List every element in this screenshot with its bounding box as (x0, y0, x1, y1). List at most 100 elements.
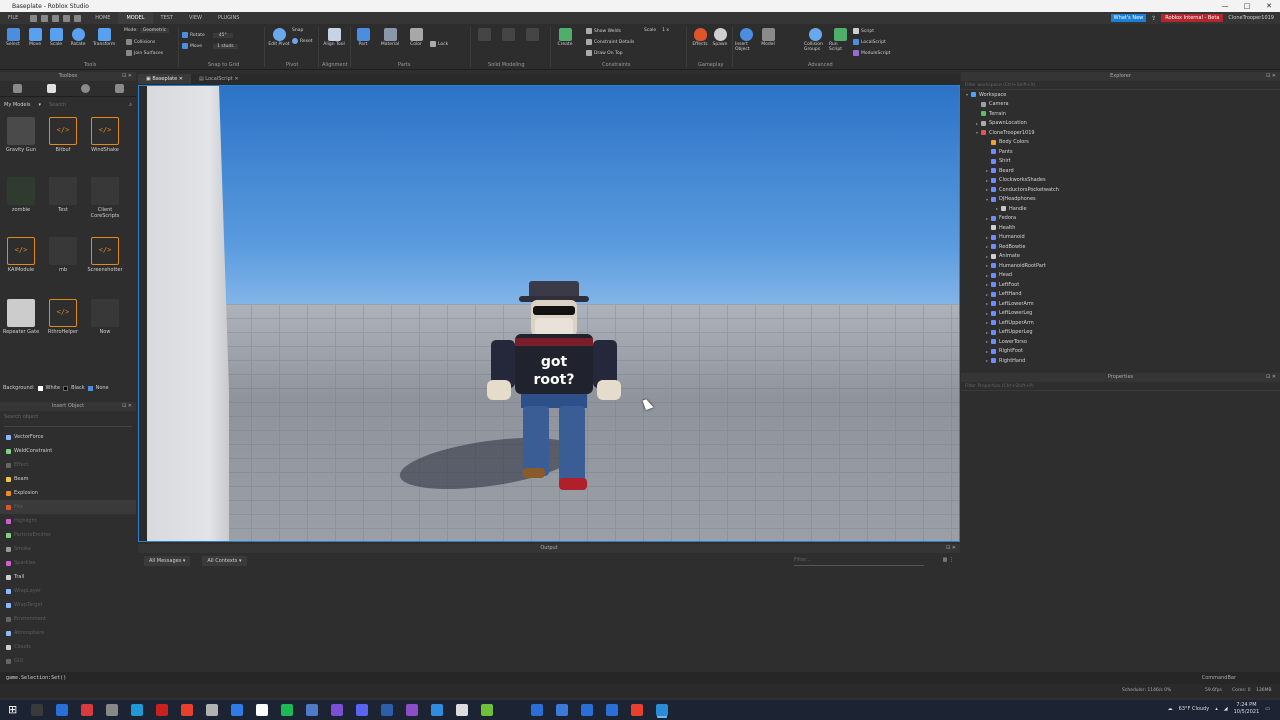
negate-button[interactable] (497, 28, 519, 42)
explorer-row[interactable]: ▸ ClockworksShades (961, 176, 1280, 186)
panel-close-icon[interactable]: ⊡ ✕ (1266, 373, 1276, 382)
taskbar-app-icon[interactable] (56, 704, 68, 716)
expand-arrow-icon[interactable]: ▸ (983, 292, 991, 297)
explorer-row[interactable]: ▸ Humanoid (961, 233, 1280, 243)
explorer-row[interactable]: ▸ SpawnLocation (961, 119, 1280, 129)
expand-arrow-icon[interactable]: ▸ (983, 273, 991, 278)
explorer-row[interactable]: ▸ Head (961, 271, 1280, 281)
explorer-row[interactable]: ▾ CloneTrooper1019 (961, 128, 1280, 138)
union-button[interactable] (473, 28, 495, 42)
none-bg-radio[interactable] (87, 385, 93, 391)
expand-arrow-icon[interactable]: ▾ (963, 92, 971, 97)
output-filter-input[interactable]: Filter... (794, 557, 924, 566)
insert-object-item[interactable]: Environment (0, 612, 136, 626)
taskbar-app-icon[interactable] (531, 704, 543, 716)
taskbar-app-icon[interactable] (631, 704, 643, 716)
expand-arrow-icon[interactable]: ▸ (983, 263, 991, 268)
taskbar-app-icon[interactable] (106, 704, 118, 716)
menu-test[interactable]: TEST (153, 15, 181, 21)
taskbar-app-icon[interactable] (31, 704, 43, 716)
move-tool-button[interactable]: Move (24, 28, 46, 47)
show-welds-toggle[interactable]: Show Welds (586, 28, 621, 34)
insert-object-item[interactable]: GUI (0, 654, 136, 668)
explorer-row[interactable]: ▸ LeftUpperArm (961, 318, 1280, 328)
expand-arrow-icon[interactable]: ▸ (983, 301, 991, 306)
insert-object-item[interactable]: Explosion (0, 486, 136, 500)
explorer-row[interactable]: Body Colors (961, 138, 1280, 148)
open-icon[interactable] (63, 14, 71, 22)
expand-arrow-icon[interactable]: ▸ (983, 254, 991, 259)
explorer-row[interactable]: Health (961, 223, 1280, 233)
taskbar-app-icon[interactable] (331, 704, 343, 716)
taskbar-app-icon[interactable] (481, 704, 493, 716)
properties-filter-input[interactable]: Filter Properties (Ctrl+Shift+P) (961, 382, 1280, 391)
taskbar-app-icon[interactable] (156, 704, 168, 716)
weather-icon[interactable]: ☁ (1168, 706, 1173, 712)
search-icon[interactable]: ⌕ (129, 102, 132, 108)
menu-plugins[interactable]: PLUGINS (210, 15, 247, 21)
undo-icon[interactable] (41, 14, 49, 22)
tab-baseplate[interactable]: ▣ Baseplate ✕ (138, 74, 191, 84)
insert-object-item[interactable]: Beam (0, 472, 136, 486)
taskbar-app-icon[interactable] (556, 704, 568, 716)
recent-tab-icon[interactable] (80, 84, 90, 93)
toolbox-item[interactable]: zombie (1, 177, 41, 213)
collisions-toggle[interactable]: Collisions (126, 39, 155, 45)
avatar-character[interactable]: got root? (479, 276, 629, 506)
taskbar-app-icon[interactable] (431, 704, 443, 716)
category-dropdown[interactable]: My Models (4, 102, 30, 108)
align-tool-button[interactable]: Align Tool (323, 28, 345, 47)
command-bar-input[interactable]: game.Selection:Set() (6, 675, 66, 681)
rotate-snap-checkbox[interactable] (182, 32, 188, 38)
run-script-button[interactable]: Run Script (829, 28, 851, 52)
expand-arrow-icon[interactable]: ▸ (983, 311, 991, 316)
explorer-row[interactable]: ▸ LeftLowerArm (961, 299, 1280, 309)
network-icon[interactable]: ▴ (1215, 706, 1218, 712)
taskbar-app-icon[interactable] (381, 704, 393, 716)
insert-object-item[interactable]: WrapLayer (0, 584, 136, 598)
explorer-row[interactable]: ▸ Animate (961, 252, 1280, 262)
3d-viewport[interactable]: got root? (138, 85, 960, 542)
taskbar-app-icon[interactable] (181, 704, 193, 716)
taskbar-app-icon[interactable] (206, 704, 218, 716)
toolbox-item[interactable]: mb (43, 237, 83, 273)
model-button[interactable]: Model (757, 28, 779, 47)
insert-object-item[interactable]: WeldConstraint (0, 444, 136, 458)
toolbox-item[interactable]: </> KAIModule (1, 237, 41, 273)
menu-view[interactable]: VIEW (181, 15, 210, 21)
redo-icon[interactable] (52, 14, 60, 22)
explorer-row[interactable]: ▾ Workspace (961, 90, 1280, 100)
separate-button[interactable] (521, 28, 543, 42)
explorer-row[interactable]: Camera (961, 100, 1280, 110)
explorer-row[interactable]: ▸ HumanoidRootPart (961, 261, 1280, 271)
toolbox-item[interactable]: Test (43, 177, 83, 213)
pivot-reset-button[interactable]: Reset (292, 38, 313, 44)
menu-file[interactable]: FILE (0, 15, 26, 21)
chevron-down-icon[interactable]: ▾ (38, 102, 41, 108)
create-constraint-button[interactable]: Create (554, 28, 576, 47)
expand-arrow-icon[interactable]: ▸ (983, 235, 991, 240)
insert-object-item[interactable]: Clouds (0, 640, 136, 654)
publish-icon[interactable] (74, 14, 82, 22)
expand-arrow-icon[interactable]: ▸ (983, 320, 991, 325)
select-tool-button[interactable]: Select (2, 28, 24, 47)
explorer-row[interactable]: ▸ LeftUpperLeg (961, 328, 1280, 338)
marketplace-tab-icon[interactable] (12, 84, 22, 93)
toolbox-item[interactable]: Gravity Gun (1, 117, 41, 153)
volume-icon[interactable]: ◢ (1224, 706, 1228, 712)
windows-logo-icon[interactable]: ⊞ (8, 704, 20, 716)
expand-arrow-icon[interactable]: ▸ (983, 168, 991, 173)
explorer-row[interactable]: ▸ RedBowtie (961, 242, 1280, 252)
insert-object-item[interactable]: WrapTarget (0, 598, 136, 612)
insert-object-item[interactable]: Fire (0, 500, 136, 514)
expand-arrow-icon[interactable]: ▸ (983, 330, 991, 335)
expand-arrow-icon[interactable]: ▾ (983, 197, 991, 202)
collision-groups-button[interactable]: Collision Groups (804, 28, 826, 52)
toolbox-item[interactable]: Now (85, 299, 125, 335)
tab-localscript[interactable]: ▤ LocalScript ✕ (191, 74, 247, 84)
taskbar-app-icon[interactable] (231, 704, 243, 716)
part-button[interactable]: Part (352, 28, 374, 47)
expand-arrow-icon[interactable]: ▸ (983, 358, 991, 363)
material-button[interactable]: Material (379, 28, 401, 47)
taskbar-app-icon[interactable] (81, 704, 93, 716)
